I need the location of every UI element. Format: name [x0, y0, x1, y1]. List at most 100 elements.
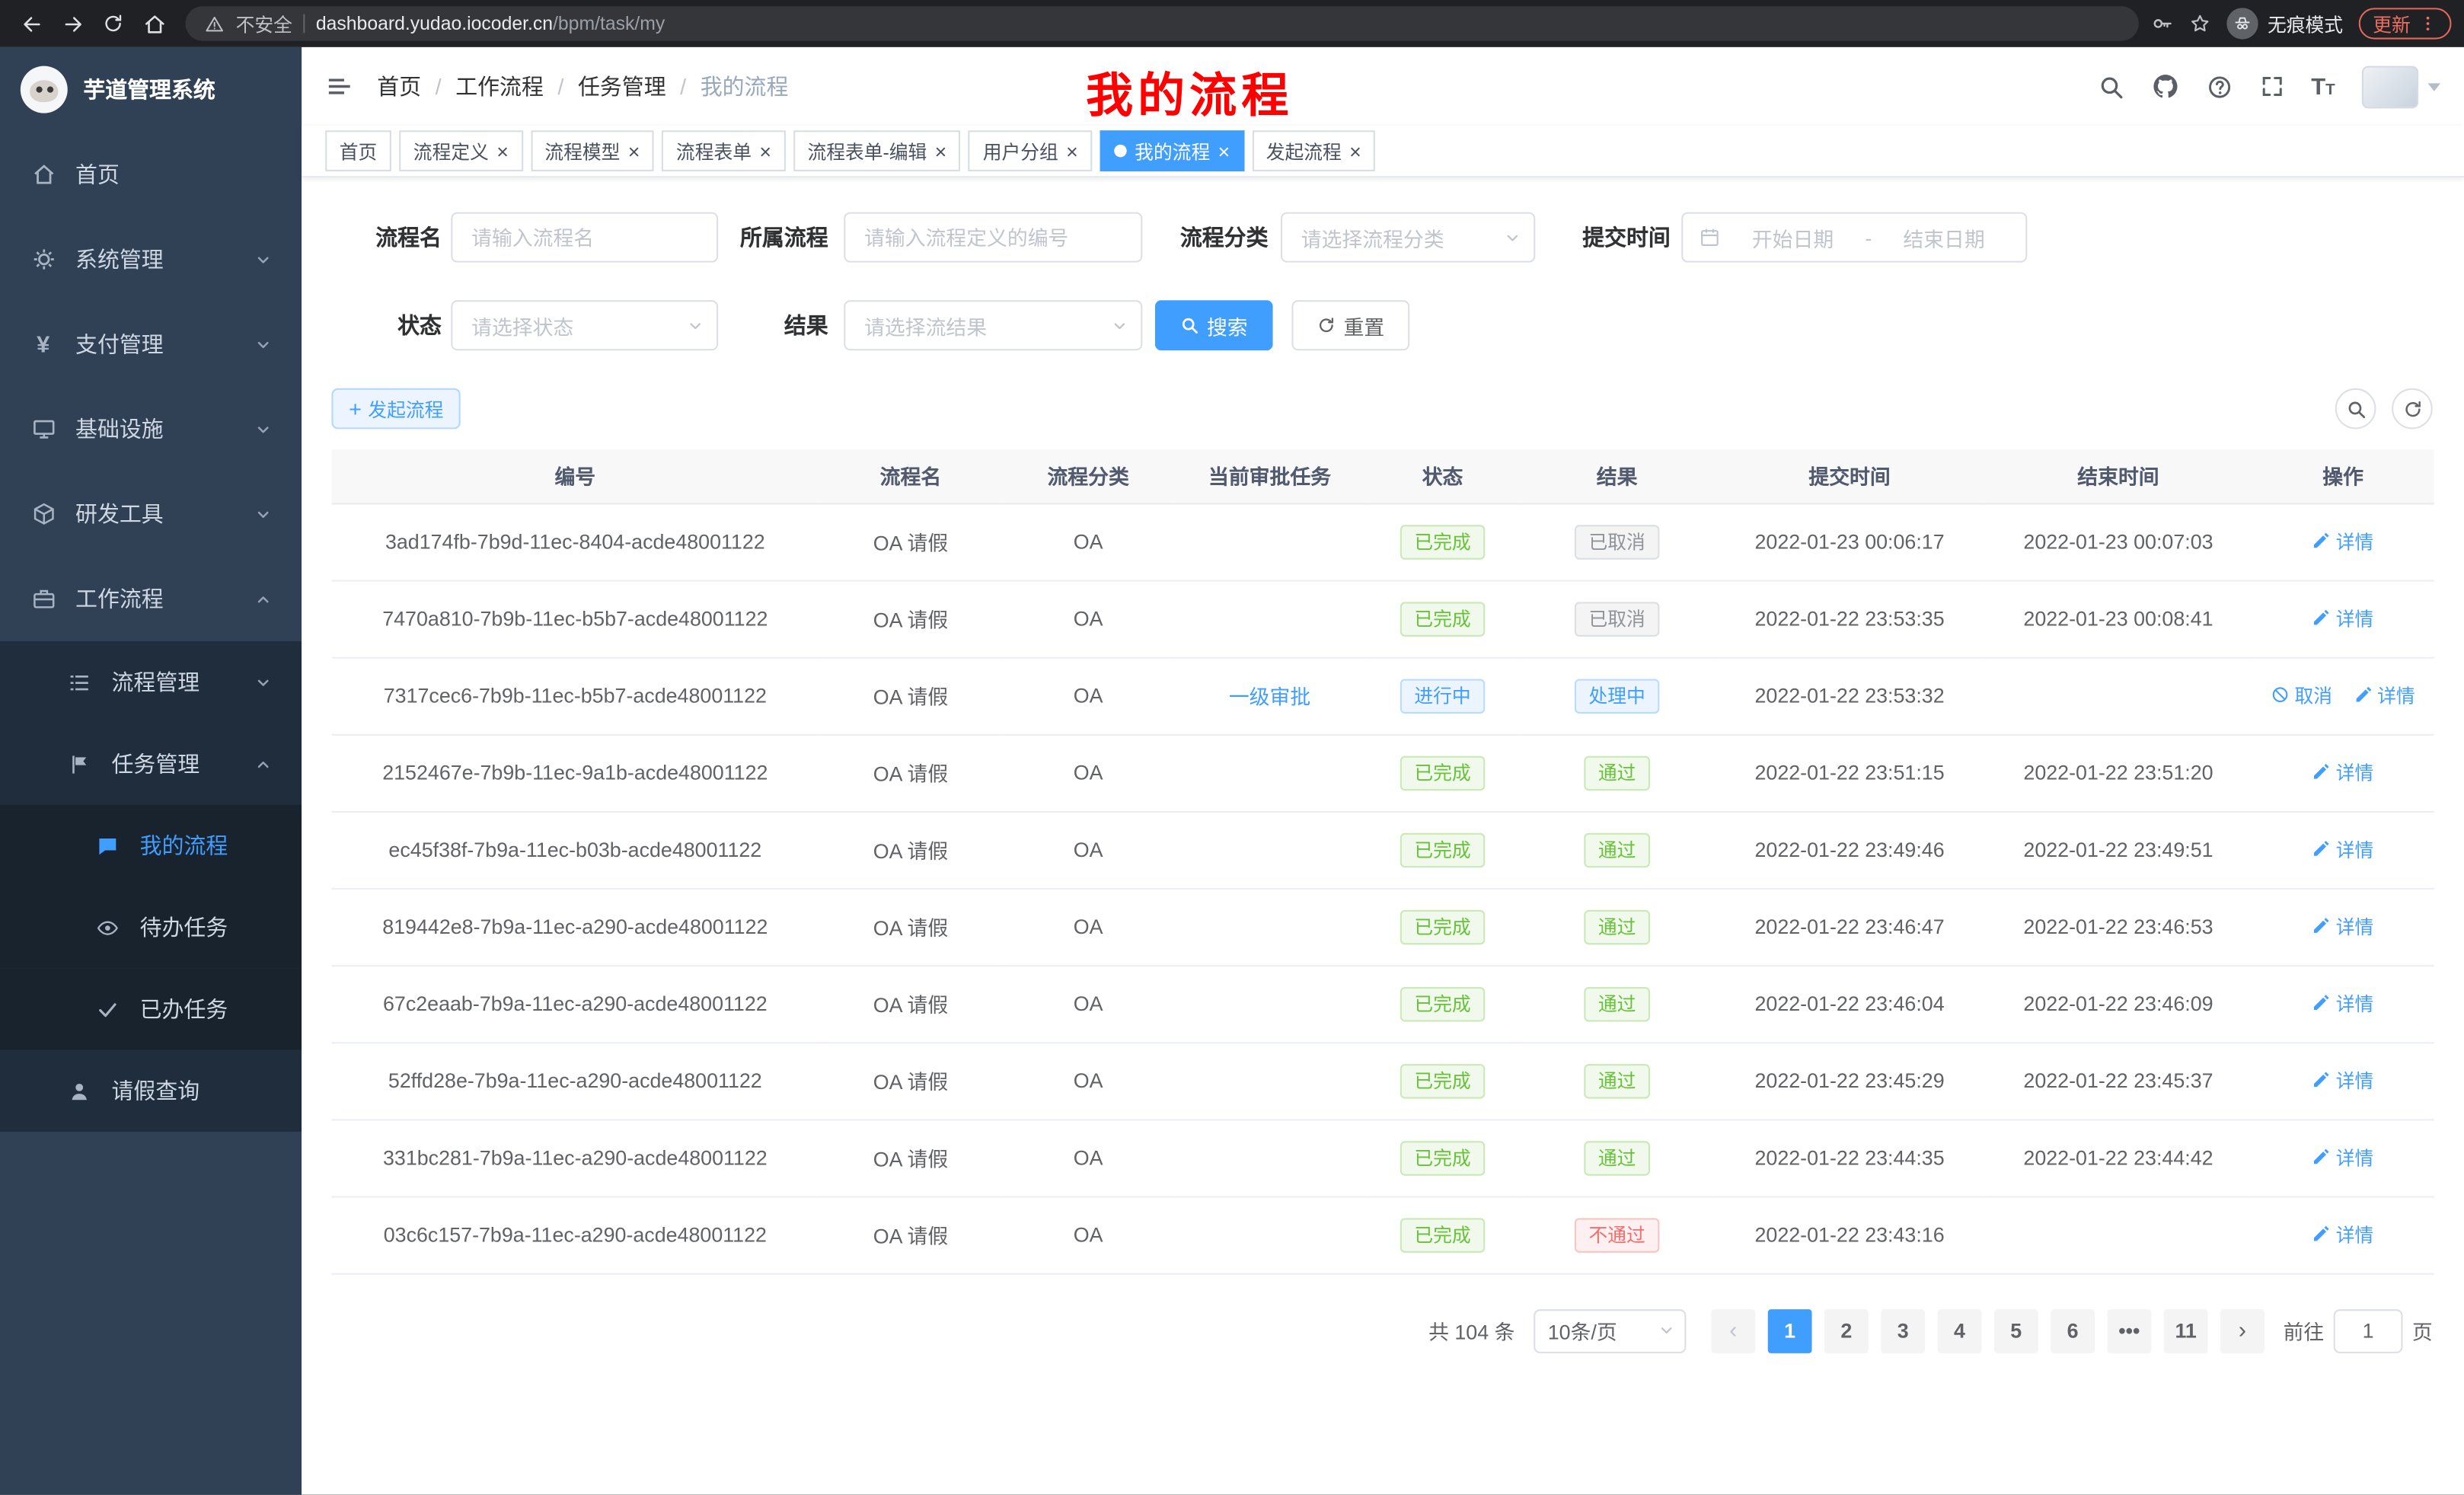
tab-item[interactable]: 流程表单× — [662, 130, 785, 171]
detail-action[interactable]: 详情 — [2312, 1067, 2374, 1094]
key-icon[interactable] — [2151, 13, 2173, 35]
column-header-result: 结果 — [1520, 449, 1715, 503]
page-button[interactable]: 5 — [1994, 1308, 2038, 1353]
result-select[interactable]: 请选择流结果 — [844, 300, 1142, 350]
breadcrumb-item[interactable]: 工作流程 — [436, 71, 544, 102]
cell-status: 已完成 — [1365, 734, 1519, 811]
cell-actions: 详情 — [2252, 503, 2434, 580]
hamburger-icon[interactable] — [325, 72, 353, 101]
sidebar-item-my-process[interactable]: 我的流程 — [0, 805, 302, 886]
cell-current-task — [1174, 1119, 1366, 1196]
detail-action[interactable]: 详情 — [2312, 759, 2374, 785]
tab-item[interactable]: 流程表单-编辑× — [793, 130, 961, 171]
tab-item[interactable]: 流程定义× — [399, 130, 522, 171]
result-badge: 不通过 — [1575, 1217, 1659, 1251]
cancel-action[interactable]: 取消 — [2271, 682, 2333, 708]
star-icon[interactable] — [2189, 13, 2211, 35]
detail-action[interactable]: 详情 — [2312, 605, 2374, 631]
user-menu[interactable] — [2362, 65, 2440, 108]
sidebar-item-process-management[interactable]: 流程管理 — [0, 641, 302, 723]
sidebar-item-leave-query[interactable]: 请假查询 — [0, 1050, 302, 1132]
sidebar-item-done-tasks[interactable]: 已办任务 — [0, 968, 302, 1049]
tab-close-icon[interactable]: × — [759, 141, 771, 161]
sidebar-item-task-management[interactable]: 任务管理 — [0, 723, 302, 804]
sidebar-item-todo-tasks[interactable]: 待办任务 — [0, 886, 302, 968]
tab-item[interactable]: 流程模型× — [531, 130, 654, 171]
next-page-button[interactable]: › — [2220, 1308, 2265, 1353]
prev-page-button[interactable]: ‹ — [1711, 1308, 1755, 1353]
font-size-icon[interactable]: TT — [2311, 73, 2335, 100]
home-icon[interactable] — [135, 5, 173, 43]
refresh-button[interactable] — [2392, 388, 2433, 430]
incognito-chip[interactable]: 无痕模式 — [2226, 8, 2343, 39]
help-icon[interactable] — [2206, 73, 2233, 100]
detail-action[interactable]: 详情 — [2312, 528, 2374, 554]
page-button[interactable]: 1 — [1768, 1308, 1812, 1353]
breadcrumb-item[interactable]: 任务管理 — [557, 71, 665, 102]
address-bar[interactable]: 不安全 dashboard.yudao.iocoder.cn/bpm/task/… — [186, 6, 2139, 40]
page-button[interactable]: 4 — [1938, 1308, 1982, 1353]
cell-current-task: 一级审批 — [1174, 657, 1366, 734]
page: 不安全 dashboard.yudao.iocoder.cn/bpm/task/… — [0, 0, 2464, 1495]
detail-action[interactable]: 详情 — [2312, 1144, 2374, 1171]
sidebar-item-payment[interactable]: ¥ 支付管理 — [0, 302, 302, 386]
forward-icon[interactable] — [53, 5, 91, 43]
reset-button[interactable]: 重置 — [1291, 300, 1409, 350]
page-button[interactable]: 11 — [2164, 1308, 2208, 1353]
current-task-link[interactable]: 一级审批 — [1229, 685, 1310, 709]
github-icon[interactable] — [2151, 72, 2179, 101]
cell-category: OA — [1003, 657, 1174, 734]
back-icon[interactable] — [13, 5, 51, 43]
fullscreen-icon[interactable] — [2259, 74, 2284, 99]
start-process-button[interactable]: + 发起流程 — [331, 388, 461, 430]
process-name-input[interactable] — [451, 212, 718, 263]
status-badge: 已完成 — [1400, 1140, 1485, 1174]
pagination-more-button[interactable]: ••• — [2107, 1308, 2151, 1353]
search-button[interactable]: 搜索 — [1155, 300, 1273, 350]
goto-page-input[interactable] — [2334, 1308, 2403, 1353]
sidebar-item-infrastructure[interactable]: 基础设施 — [0, 387, 302, 471]
page-size-select[interactable]: 10条/页 — [1534, 1308, 1686, 1353]
detail-action[interactable]: 详情 — [2312, 1221, 2374, 1247]
tab-close-icon[interactable]: × — [1218, 141, 1230, 161]
sidebar-item-dev-tools[interactable]: 研发工具 — [0, 471, 302, 556]
tab-item[interactable]: 我的流程× — [1100, 130, 1244, 171]
detail-action[interactable]: 详情 — [2312, 913, 2374, 940]
sidebar-item-home[interactable]: 首页 — [0, 132, 302, 216]
category-select[interactable]: 请选择流程分类 — [1281, 212, 1535, 263]
page-button[interactable]: 3 — [1881, 1308, 1925, 1353]
status-select[interactable]: 请选择状态 — [451, 300, 718, 350]
sidebar-item-workflow[interactable]: 工作流程 — [0, 557, 302, 641]
refresh-icon[interactable] — [94, 5, 132, 43]
tab-close-icon[interactable]: × — [1349, 141, 1361, 161]
tab-item[interactable]: 首页 — [325, 130, 391, 171]
search-icon[interactable] — [2098, 73, 2124, 100]
page-button[interactable]: 6 — [2051, 1308, 2095, 1353]
sidebar-menu: 首页 系统管理 ¥ 支付管理 基础设施 — [0, 132, 302, 1132]
tab-close-icon[interactable]: × — [1066, 141, 1078, 161]
detail-action[interactable]: 详情 — [2354, 682, 2415, 708]
total-count: 共 104 条 — [1428, 1315, 1514, 1345]
update-button[interactable]: 更新 — [2359, 8, 2452, 39]
logo[interactable]: 芋道管理系统 — [0, 47, 302, 132]
tab-item[interactable]: 发起流程× — [1252, 130, 1375, 171]
cell-current-task — [1174, 503, 1366, 580]
tab-label: 首页 — [340, 138, 378, 165]
tab-item[interactable]: 用户分组× — [969, 130, 1092, 171]
process-definition-input[interactable] — [844, 212, 1142, 263]
sidebar-item-system[interactable]: 系统管理 — [0, 217, 302, 302]
breadcrumb-item[interactable]: 首页 — [377, 71, 421, 102]
tab-close-icon[interactable]: × — [496, 141, 509, 161]
tab-close-icon[interactable]: × — [935, 141, 947, 161]
table-row: 7317cec6-7b9b-11ec-b5b7-acde48001122 OA … — [331, 657, 2434, 734]
cell-id: 52ffd28e-7b9a-11ec-a290-acde48001122 — [331, 1042, 819, 1119]
detail-action[interactable]: 详情 — [2312, 835, 2374, 862]
page-button[interactable]: 2 — [1824, 1308, 1869, 1353]
cell-status: 已完成 — [1365, 503, 1519, 580]
submit-time-range[interactable]: 开始日期 - 结束日期 — [1681, 212, 2027, 263]
cell-actions: 详情 — [2252, 1196, 2434, 1273]
search-toggle-button[interactable] — [2335, 388, 2376, 430]
cell-end-time: 2022-01-22 23:46:53 — [1985, 888, 2252, 965]
tab-close-icon[interactable]: × — [628, 141, 640, 161]
detail-action[interactable]: 详情 — [2312, 990, 2374, 1017]
